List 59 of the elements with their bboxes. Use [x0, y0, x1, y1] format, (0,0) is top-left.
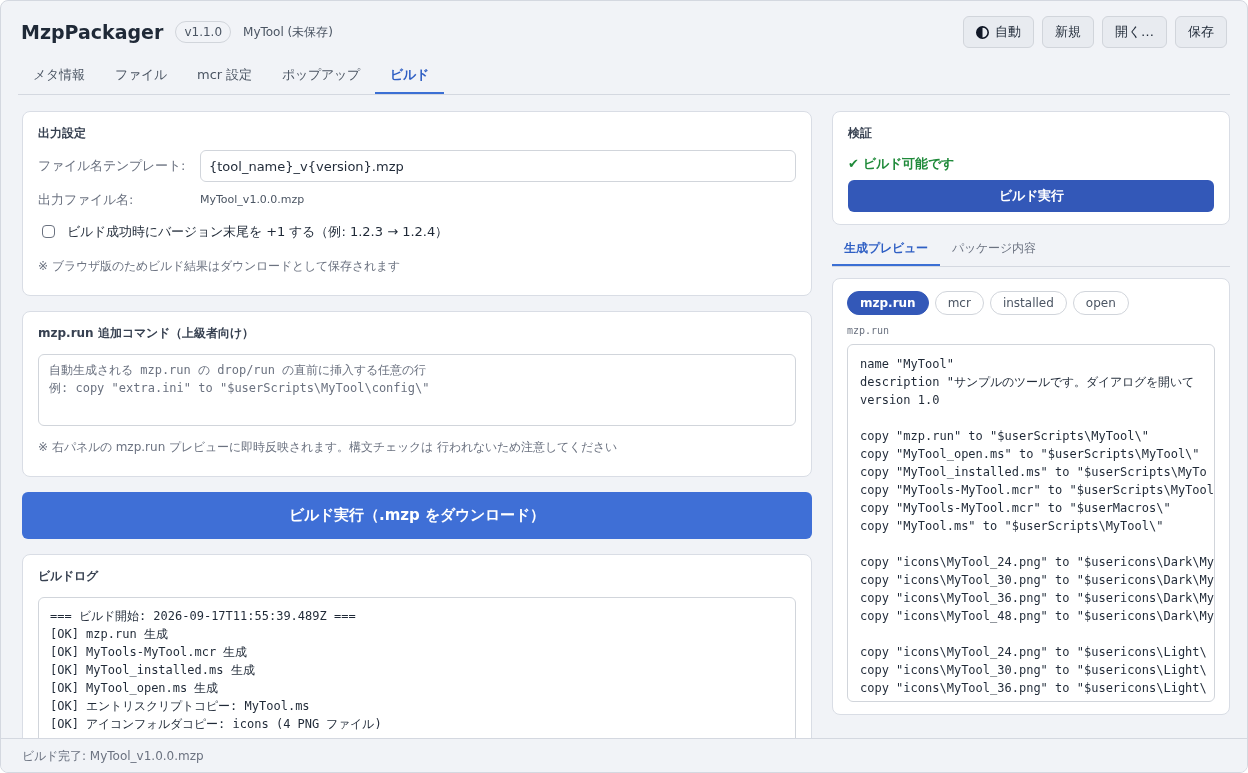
checkbox-label: ビルド成功時にバージョン末尾を +1 する（例: 1.2.3 → 1.2.4） [67, 222, 449, 241]
preview-tab[interactable]: パッケージ内容 [940, 232, 1048, 266]
tab[interactable]: mcr 設定 [182, 58, 268, 94]
code-line: copy "MyTools-MyTool.mcr" to "$userScripts\MyTool [860, 481, 1214, 499]
code-line: version 1.0 [860, 391, 940, 409]
header-button[interactable]: 保存 [1175, 16, 1227, 48]
code-line: copy "icons\MyTool_30.png" to "$usericons\Light\ [860, 661, 1207, 679]
log-line: === ビルド開始: 2026-09-17T11:55:39.489Z === [50, 608, 356, 625]
tab[interactable]: ファイル [100, 58, 182, 94]
field-label: 出力ファイル名: [38, 191, 135, 209]
code-line: copy "icons\MyTool_36.png" to "$usericons\Dark\My [860, 589, 1214, 607]
preview-tab[interactable]: 生成プレビュー [832, 232, 940, 266]
header-button[interactable]: 新規 [1042, 16, 1094, 48]
preview-filename: mzp.run [847, 323, 890, 338]
header-button[interactable]: 開く… [1102, 16, 1167, 48]
code-line: copy "icons\MyTool_24.png" to "$usericons\Dark\My [860, 553, 1214, 571]
card-title: 出力設定 [38, 125, 87, 142]
log-line: [OK] MyTool_installed.ms 生成 [50, 662, 255, 679]
file-chip[interactable]: mzp.run [847, 290, 929, 315]
card-title: mzp.run 追加コマンド（上級者向け） [38, 325, 255, 342]
log-line: [OK] エントリスクリプトコピー: MyTool.ms [50, 698, 310, 715]
app-title: MzpPackager [21, 19, 164, 45]
card-title: ビルドログ [38, 568, 100, 585]
code-line: name "MyTool" [860, 355, 954, 373]
code-line: copy "icons\MyTool_36.png" to "$usericons\Light\ [860, 679, 1207, 697]
code-line: copy "icons\MyTool_30.png" to "$usericons\Dark\My [860, 571, 1214, 589]
checkbox[interactable] [42, 224, 55, 238]
status-text: ビルド完了: MyTool_v1.0.0.mzp [22, 747, 204, 765]
file-chip[interactable]: open [1072, 290, 1129, 315]
template-field[interactable]: {tool_name}_v{version}.mzp [200, 150, 796, 182]
tab[interactable]: ビルド [375, 58, 445, 94]
project-name: MyTool (未保存) [243, 24, 333, 41]
file-chip[interactable]: installed [989, 290, 1067, 315]
build-download-button[interactable]: ビルド実行（.mzp をダウンロード） [22, 492, 812, 539]
tab[interactable]: ポップアップ [267, 58, 376, 94]
output-filename: MyTool_v1.0.0.mzp [200, 191, 305, 208]
validation-status: ✔ ビルド可能です [848, 155, 956, 173]
code-line: copy "MyTools-MyTool.mcr" to "$userMacros\" [860, 499, 1171, 517]
code-line: copy "MyTool_installed.ms" to "$userScripts\MyTo [860, 463, 1207, 481]
note-text: ※ ブラウザ版のためビルド結果はダウンロードとして保存されます [38, 258, 401, 275]
code-line: copy "icons\MyTool_24.png" to "$usericons\Light\ [860, 643, 1207, 661]
commands-textarea[interactable]: 自動生成される mzp.run の drop/run の直前に挿入する任意の行 例: copy "extra.ini" to "$userScripts\MyTool\config\" [38, 354, 796, 426]
code-line: copy "MyTool_open.ms" to "$userScripts\MyTool\" [860, 445, 1200, 463]
log-line: [OK] アイコンフォルダコピー: icons (4 PNG ファイル) [50, 716, 382, 733]
log-line: [OK] MyTool_open.ms 生成 [50, 680, 219, 697]
file-chip[interactable]: mcr [934, 290, 984, 315]
note-text: ※ 右パネルの mzp.run プレビューに即時反映されます。構文チェックは 行われないため注意してください [38, 439, 618, 456]
field-label: ファイル名テンプレート: [38, 157, 187, 175]
code-line: copy "MyTool.ms" to "$userScripts\MyTool\" [860, 517, 1164, 535]
contrast-icon [976, 25, 989, 39]
log-line: [OK] MyTools-MyTool.mcr 生成 [50, 644, 248, 661]
card-title: 検証 [848, 125, 873, 142]
log-line: [OK] mzp.run 生成 [50, 626, 168, 643]
theme-button[interactable]: 自動 [963, 16, 1034, 48]
build-button[interactable]: ビルド実行 [848, 179, 1214, 212]
code-line: copy "icons\MyTool_48.png" to "$usericons\Dark\My [860, 607, 1214, 625]
tab[interactable]: メタ情報 [18, 58, 100, 94]
code-line: description "サンプルのツールです。ダイアログを開いて [860, 373, 1194, 391]
code-line: copy "mzp.run" to "$userScripts\MyTool\" [860, 427, 1149, 445]
